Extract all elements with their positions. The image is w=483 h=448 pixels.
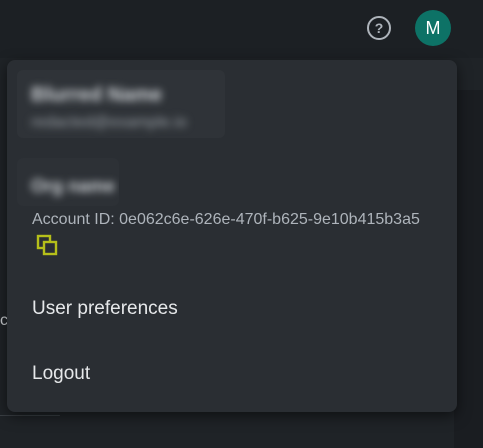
account-id-value: 0e062c6e-626e-470f-b625-9e10b415b3a5 [119,211,420,228]
user-name-redacted: Blurred Name [31,84,163,106]
top-bar: ? M [0,0,483,58]
menu-item-logout[interactable]: Logout [7,350,457,398]
copy-icon[interactable] [36,234,58,256]
background-divider [0,415,60,418]
app-page: ? M c Blurred Name redacted@example.io O… [0,0,483,448]
account-id: Account ID: 0e062c6e-626e-470f-b625-9e10… [32,206,437,260]
account-id-label: Account ID: [32,211,120,228]
organization-name-redacted: Org name [31,176,116,196]
menu-item-user-preferences[interactable]: User preferences [7,285,457,333]
organization-info[interactable]: Org name [17,158,119,206]
background-panel [454,90,483,448]
user-email-redacted: redacted@example.io [31,114,187,131]
user-menu-dropdown: Blurred Name redacted@example.io Org nam… [7,60,457,412]
help-icon[interactable]: ? [367,16,391,40]
user-avatar-button[interactable]: M [415,10,451,46]
user-profile-info[interactable]: Blurred Name redacted@example.io [17,70,225,138]
